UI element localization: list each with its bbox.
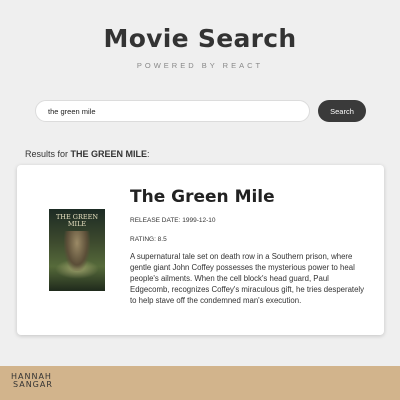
results-suffix: : xyxy=(147,149,150,159)
poster-title: THE GREEN MILE xyxy=(55,213,99,228)
footer-logo[interactable]: HANNAH SANGAR xyxy=(11,373,53,389)
results-query: THE GREEN MILE xyxy=(70,149,148,159)
movie-poster: THE GREEN MILE xyxy=(49,209,105,291)
search-bar: Search xyxy=(35,100,367,124)
movie-description: A supernatural tale set on death row in … xyxy=(130,252,365,305)
search-input[interactable] xyxy=(35,100,310,122)
results-label: Results for THE GREEN MILE: xyxy=(25,149,150,159)
poster-figure xyxy=(64,231,90,271)
results-prefix: Results for xyxy=(25,149,69,159)
page-subtitle: POWERED BY REACT xyxy=(136,61,264,70)
rating: RATING: 8.5 xyxy=(130,236,167,243)
release-date: RELEASE DATE: 1999-12-10 xyxy=(130,217,216,224)
logo-line-2: SANGAR xyxy=(13,380,53,389)
search-button[interactable]: Search xyxy=(318,100,366,122)
page-title: Movie Search xyxy=(103,24,297,53)
footer: HANNAH SANGAR xyxy=(0,366,400,400)
page-header: Movie Search POWERED BY REACT xyxy=(0,0,400,70)
movie-card: THE GREEN MILE The Green Mile RELEASE DA… xyxy=(17,165,384,335)
movie-title: The Green Mile xyxy=(130,187,275,207)
